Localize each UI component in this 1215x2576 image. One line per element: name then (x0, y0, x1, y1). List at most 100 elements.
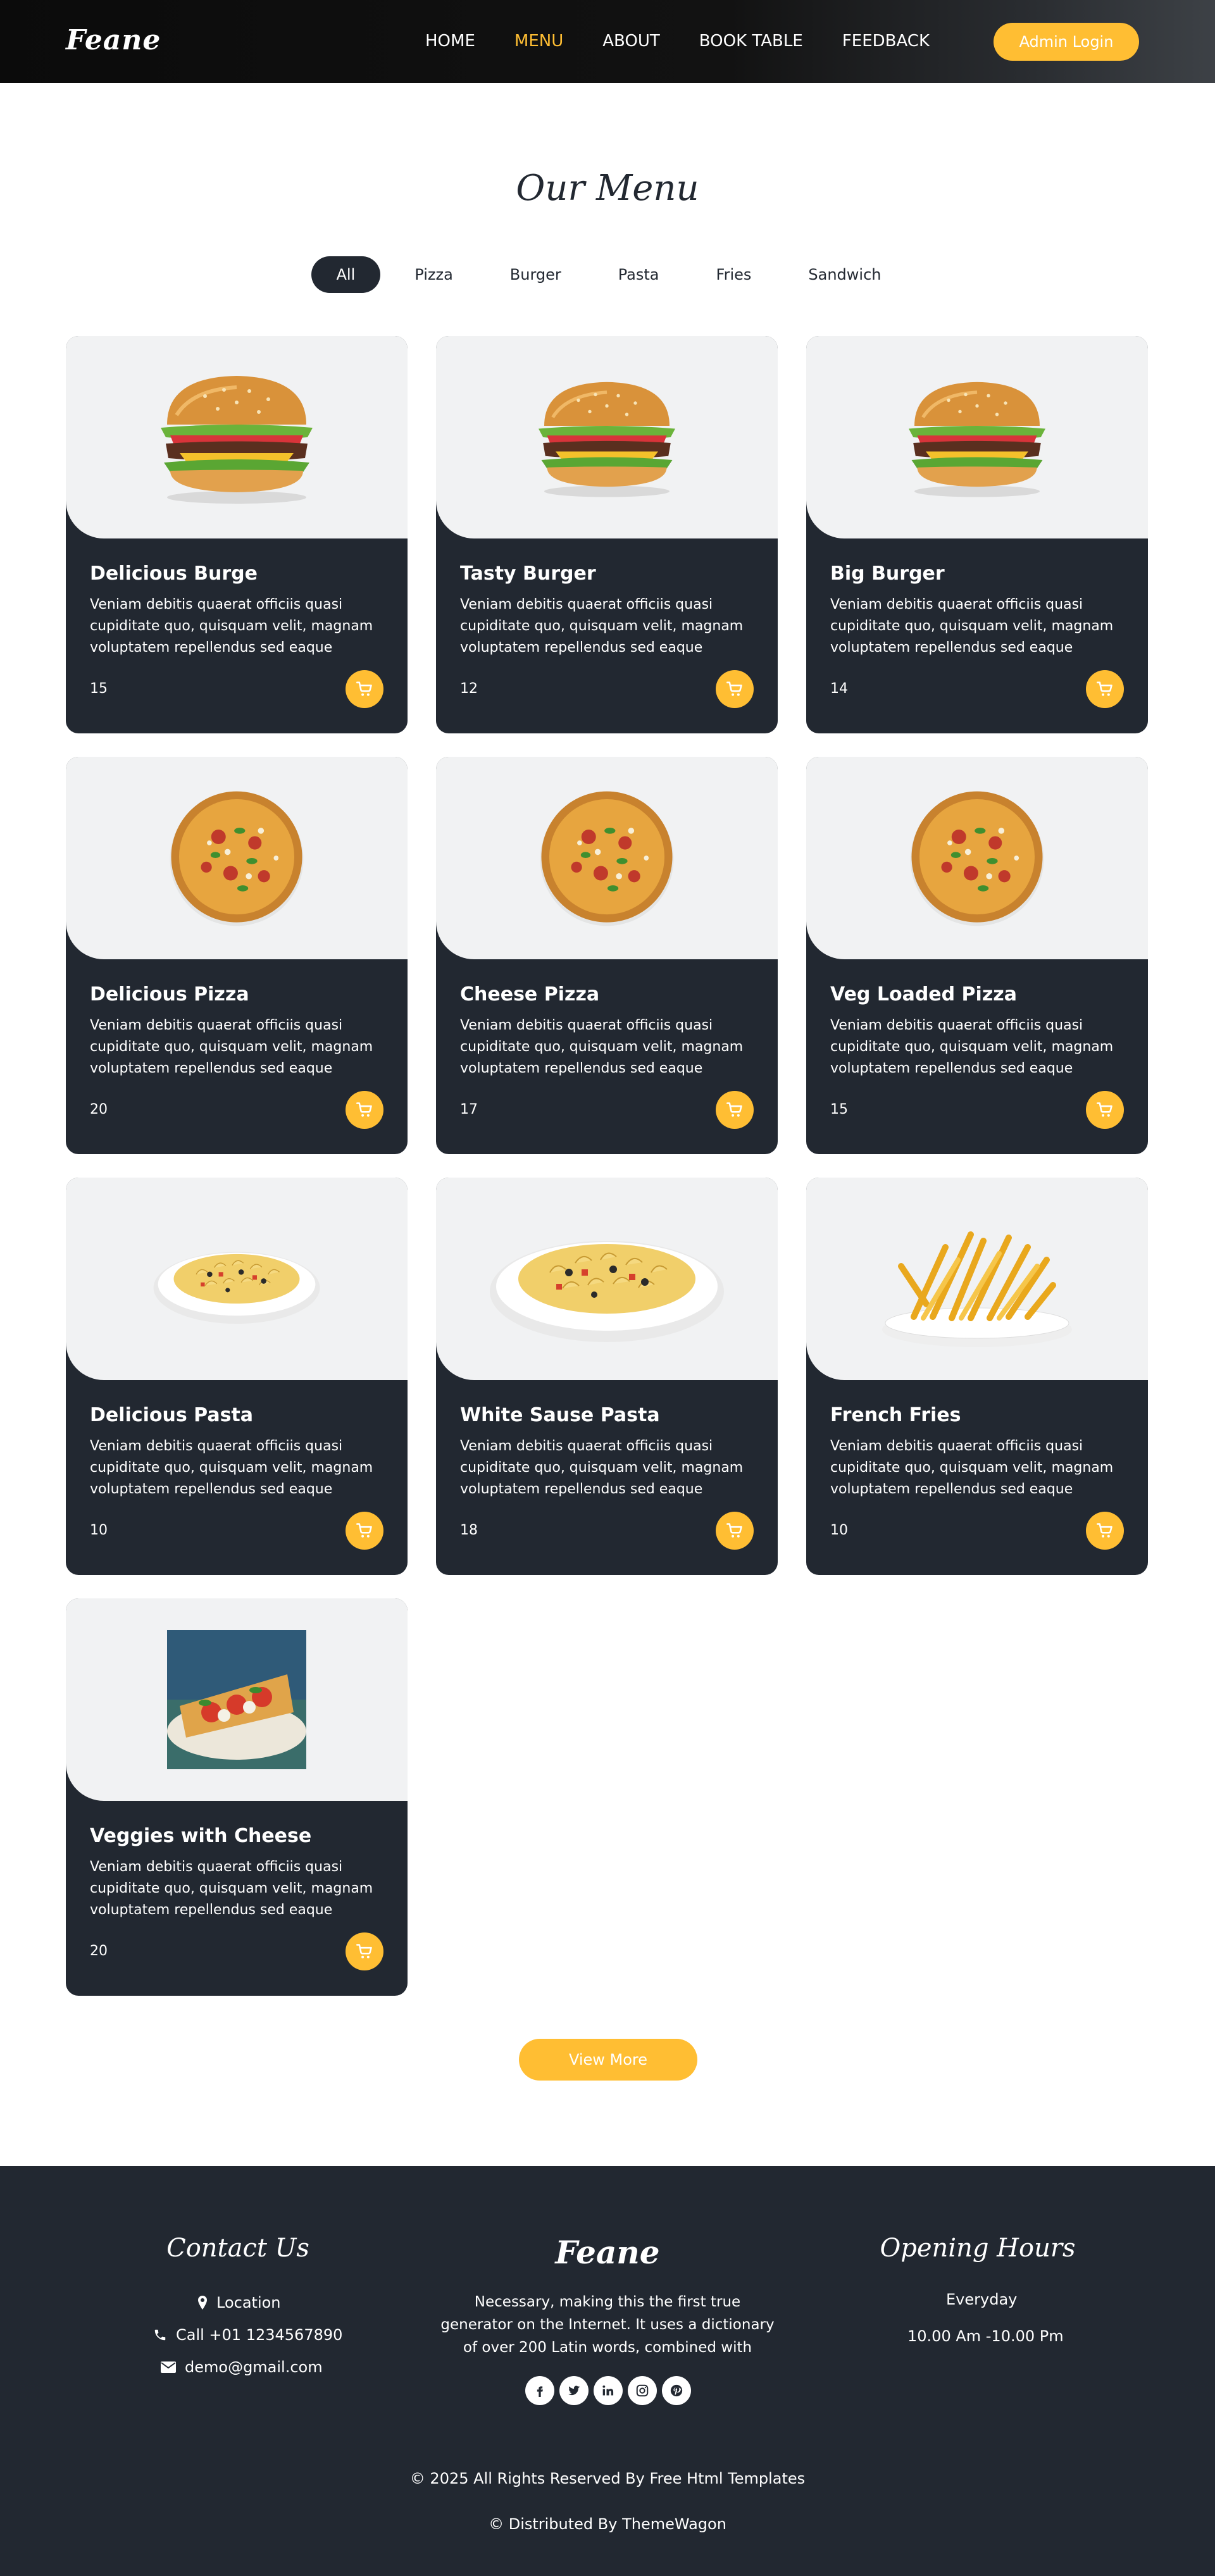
card-image-box (806, 336, 1148, 538)
filter-pasta[interactable]: Pasta (595, 256, 682, 293)
filter-burger[interactable]: Burger (487, 256, 584, 293)
add-to-cart-button[interactable] (716, 1091, 754, 1129)
cart-icon (1096, 680, 1114, 698)
add-to-cart-button[interactable] (716, 670, 754, 708)
pasta-image (151, 1209, 322, 1348)
cart-icon (356, 680, 373, 698)
nav-feedback[interactable]: FEEDBACK (842, 32, 930, 51)
card-price: 15 (830, 1102, 848, 1117)
add-to-cart-button[interactable] (1086, 1091, 1124, 1129)
nav-book-table[interactable]: BOOK TABLE (699, 32, 803, 51)
cart-icon (356, 1522, 373, 1540)
card-image-box (806, 1178, 1148, 1380)
pasta-image (487, 1209, 727, 1348)
menu-card: Veggies with Cheese Veniam debitis quaer… (66, 1598, 408, 1996)
card-image-box (436, 336, 778, 538)
hours-days: Everyday (946, 2291, 1017, 2308)
card-price: 15 (90, 681, 108, 697)
cart-icon (356, 1943, 373, 1960)
contact-email[interactable]: demo@gmail.com (161, 2358, 323, 2376)
burger-image (892, 371, 1062, 504)
card-description: Veniam debitis quaerat officiis quasi cu… (90, 597, 373, 656)
card-title: Cheese Pizza (460, 983, 600, 1005)
card-description: Veniam debitis quaerat officiis quasi cu… (830, 1017, 1114, 1076)
instagram-icon[interactable] (628, 2376, 657, 2405)
card-title: Delicious Pasta (90, 1404, 254, 1426)
card-title: Tasty Burger (460, 563, 596, 585)
nav-about[interactable]: ABOUT (602, 32, 660, 51)
card-description: Veniam debitis quaerat officiis quasi cu… (830, 597, 1114, 656)
pizza-image (904, 785, 1050, 931)
pizza-image (164, 785, 309, 931)
twitter-icon[interactable] (559, 2376, 589, 2405)
filter-fries[interactable]: Fries (694, 256, 775, 293)
add-to-cart-button[interactable] (1086, 670, 1124, 708)
cart-icon (1096, 1101, 1114, 1119)
phone-icon (154, 2329, 166, 2341)
card-image-box (66, 336, 408, 538)
distributed-text: © Distributed By ThemeWagon (489, 2515, 726, 2533)
card-description: Veniam debitis quaerat officiis quasi cu… (90, 1859, 373, 1918)
cart-icon (726, 1522, 744, 1540)
card-price: 12 (460, 681, 478, 697)
card-description: Veniam debitis quaerat officiis quasi cu… (90, 1017, 373, 1076)
card-price: 18 (460, 1522, 478, 1538)
add-to-cart-button[interactable] (346, 1512, 383, 1550)
card-price: 10 (90, 1522, 108, 1538)
card-price: 10 (830, 1522, 848, 1538)
cart-icon (726, 680, 744, 698)
hours-time: 10.00 Am -10.00 Pm (907, 2327, 1064, 2345)
card-image-box (66, 757, 408, 959)
location-label: Location (216, 2294, 281, 2312)
card-title: French Fries (830, 1404, 961, 1426)
burger-image (142, 364, 332, 510)
location-icon (198, 2296, 207, 2310)
cart-icon (356, 1101, 373, 1119)
card-price: 20 (90, 1102, 108, 1117)
contact-phone[interactable]: Call +01 1234567890 (153, 2326, 342, 2344)
pinterest-icon[interactable] (662, 2376, 691, 2405)
burger-image (521, 371, 692, 504)
card-image-box (436, 757, 778, 959)
add-to-cart-button[interactable] (346, 1091, 383, 1129)
menu-card: White Sause Pasta Veniam debitis quaerat… (436, 1178, 778, 1575)
card-image-box (66, 1598, 408, 1801)
pizza-image (534, 785, 680, 931)
filter-pizza[interactable]: Pizza (392, 256, 476, 293)
card-price: 14 (830, 681, 848, 697)
linkedin-icon[interactable] (594, 2376, 623, 2405)
site-header: Feane HOME MENU ABOUT BOOK TABLE FEEDBAC… (0, 0, 1215, 83)
phone-label: Call +01 1234567890 (176, 2326, 343, 2344)
card-title: Delicious Pizza (90, 983, 249, 1005)
footer-brand[interactable]: Feane (513, 2234, 702, 2271)
contact-heading: Contact Us (166, 2234, 309, 2263)
admin-login-button[interactable]: Admin Login (994, 23, 1139, 61)
main-nav: HOME MENU ABOUT BOOK TABLE FEEDBACK (425, 32, 969, 51)
card-title: Veggies with Cheese (90, 1825, 312, 1847)
menu-card: Tasty Burger Veniam debitis quaerat offi… (436, 336, 778, 733)
nav-home[interactable]: HOME (425, 32, 475, 51)
cart-icon (726, 1101, 744, 1119)
facebook-icon[interactable] (525, 2376, 554, 2405)
menu-card: Delicious Burge Veniam debitis quaerat o… (66, 336, 408, 733)
card-price: 20 (90, 1943, 108, 1959)
contact-location[interactable]: Location (197, 2294, 281, 2312)
social-links (525, 2376, 691, 2405)
filter-sandwich[interactable]: Sandwich (785, 256, 904, 293)
card-description: Veniam debitis quaerat officiis quasi cu… (460, 1017, 744, 1076)
nav-menu[interactable]: MENU (514, 32, 563, 51)
menu-card: Delicious Pasta Veniam debitis quaerat o… (66, 1178, 408, 1575)
filter-all[interactable]: All (311, 256, 381, 293)
menu-card: French Fries Veniam debitis quaerat offi… (806, 1178, 1148, 1575)
add-to-cart-button[interactable] (346, 670, 383, 708)
menu-filters: All Pizza Burger Pasta Fries Sandwich (0, 256, 1215, 293)
email-label: demo@gmail.com (185, 2358, 323, 2376)
view-more-button[interactable]: View More (519, 2039, 697, 2081)
add-to-cart-button[interactable] (716, 1512, 754, 1550)
card-image-box (66, 1178, 408, 1380)
add-to-cart-button[interactable] (1086, 1512, 1124, 1550)
card-image-box (436, 1178, 778, 1380)
brand-logo[interactable]: Feane (66, 24, 161, 56)
page-title: Our Menu (516, 168, 699, 209)
add-to-cart-button[interactable] (346, 1932, 383, 1970)
